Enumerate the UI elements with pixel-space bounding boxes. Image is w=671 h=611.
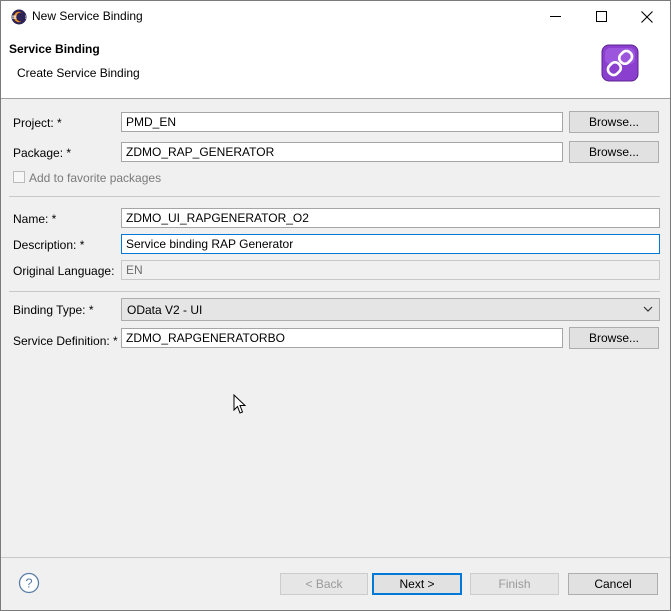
separator bbox=[9, 196, 660, 197]
binding-type-value: OData V2 - UI bbox=[127, 303, 203, 317]
next-button[interactable]: Next > bbox=[372, 573, 462, 595]
window-title: New Service Binding bbox=[32, 9, 143, 23]
chevron-down-icon bbox=[643, 306, 653, 312]
new-service-binding-dialog: New Service Binding Service Binding Crea… bbox=[0, 0, 671, 611]
name-label: Name: * bbox=[13, 212, 57, 226]
binding-type-label: Binding Type: * bbox=[13, 303, 94, 317]
package-label: Package: * bbox=[13, 146, 72, 160]
name-input[interactable] bbox=[121, 208, 660, 228]
service-definition-label: Service Definition: * bbox=[13, 334, 118, 348]
mouse-pointer-icon bbox=[233, 394, 247, 414]
maximize-button[interactable] bbox=[578, 1, 624, 32]
project-label: Project: * bbox=[13, 116, 62, 130]
project-browse-button[interactable]: Browse... bbox=[569, 111, 659, 133]
service-definition-browse-button[interactable]: Browse... bbox=[569, 327, 659, 349]
svg-text:?: ? bbox=[25, 576, 32, 591]
separator bbox=[9, 291, 660, 292]
package-browse-button[interactable]: Browse... bbox=[569, 141, 659, 163]
footer-separator bbox=[1, 557, 670, 558]
finish-button[interactable]: Finish bbox=[470, 573, 559, 595]
eclipse-icon bbox=[11, 9, 27, 25]
back-button[interactable]: < Back bbox=[280, 573, 368, 595]
header-title: Service Binding bbox=[9, 42, 100, 56]
description-label: Description: * bbox=[13, 238, 85, 252]
favorite-checkbox[interactable] bbox=[13, 171, 25, 183]
service-binding-icon bbox=[601, 44, 639, 82]
binding-type-select[interactable]: OData V2 - UI bbox=[121, 298, 660, 321]
close-icon bbox=[641, 10, 653, 23]
project-input[interactable] bbox=[121, 112, 563, 132]
cancel-button[interactable]: Cancel bbox=[568, 573, 658, 595]
wizard-header: Service Binding Create Service Binding bbox=[1, 32, 670, 99]
favorite-label: Add to favorite packages bbox=[29, 171, 162, 185]
service-definition-input[interactable] bbox=[121, 328, 563, 348]
maximize-icon bbox=[595, 11, 607, 22]
title-bar[interactable]: New Service Binding bbox=[1, 1, 670, 32]
minimize-button[interactable] bbox=[532, 1, 578, 32]
minimize-icon bbox=[549, 16, 561, 17]
header-subtitle: Create Service Binding bbox=[17, 66, 140, 80]
language-input bbox=[121, 260, 660, 280]
close-button[interactable] bbox=[624, 1, 670, 32]
package-input[interactable] bbox=[121, 142, 563, 162]
help-icon[interactable]: ? bbox=[18, 572, 40, 594]
language-label: Original Language: bbox=[13, 264, 115, 278]
description-input[interactable] bbox=[121, 234, 660, 254]
